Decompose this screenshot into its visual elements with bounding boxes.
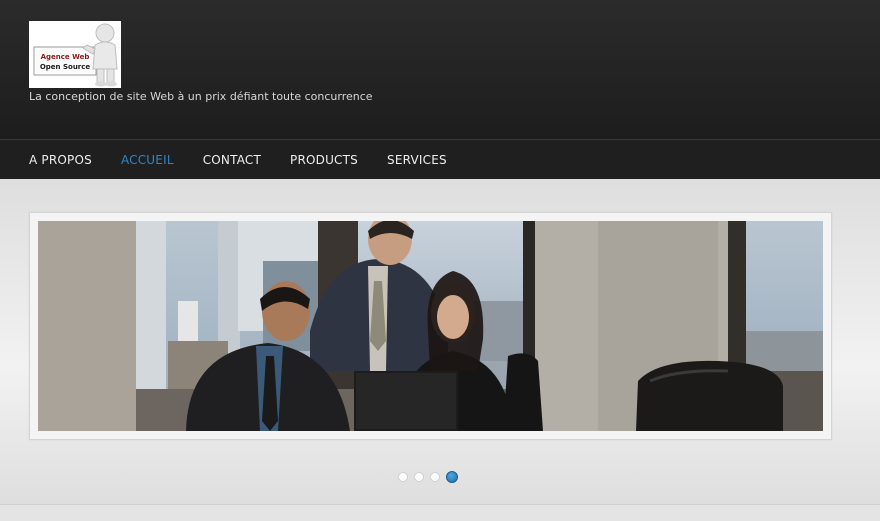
logo-line-1: Agence Web xyxy=(41,53,90,61)
main-nav-list: A PROPOS ACCUEIL CONTACT PRODUCTS SERVIC… xyxy=(29,140,476,180)
logo-line-2: Open Source xyxy=(40,63,91,71)
slider-pagination xyxy=(398,471,464,483)
main-nav: A PROPOS ACCUEIL CONTACT PRODUCTS SERVIC… xyxy=(0,139,880,180)
content-bottom-strip xyxy=(0,504,880,521)
nav-item-contact[interactable]: CONTACT xyxy=(203,153,261,167)
site-logo[interactable]: Agence Web Open Source xyxy=(29,21,121,88)
nav-item-accueil[interactable]: ACCUEIL xyxy=(121,153,174,167)
slider-dot-1[interactable] xyxy=(398,472,408,482)
site-header: Agence Web Open Source La conception de … xyxy=(0,0,880,139)
slide-image xyxy=(38,221,823,431)
slider-dot-3[interactable] xyxy=(430,472,440,482)
nav-item-services[interactable]: SERVICES xyxy=(387,153,447,167)
office-team-photo xyxy=(38,221,823,431)
image-slider xyxy=(29,212,832,440)
slider-dot-2[interactable] xyxy=(414,472,424,482)
slider-dot-4-active[interactable] xyxy=(446,471,458,483)
site-tagline: La conception de site Web à un prix défi… xyxy=(29,90,373,103)
nav-item-a-propos[interactable]: A PROPOS xyxy=(29,153,92,167)
nav-item-products[interactable]: PRODUCTS xyxy=(290,153,358,167)
logo-figure-icon: Agence Web Open Source xyxy=(33,23,118,87)
